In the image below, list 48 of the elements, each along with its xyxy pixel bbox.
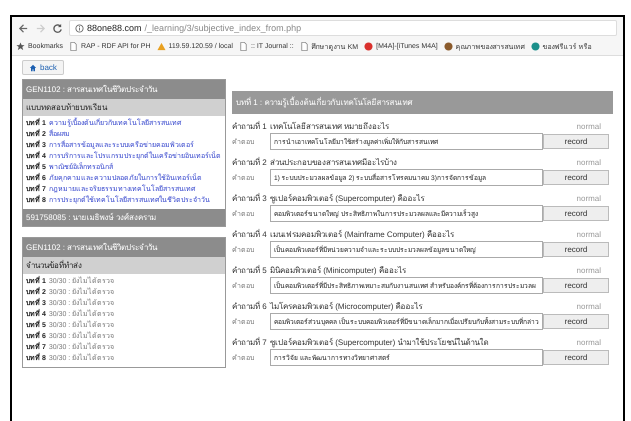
question-number: คำถามที่ 1 <box>232 120 268 133</box>
panel-subtitle: แบบทดสอบท้ายบทเรียน <box>23 99 225 116</box>
question-number: คำถามที่ 3 <box>232 192 268 205</box>
question-text: เมนเฟรมคอมพิวเตอร์ (Mainframe Computer) คืออะไร <box>270 228 455 241</box>
page-icon <box>69 42 78 51</box>
site-icon <box>530 42 540 51</box>
record-button[interactable]: record <box>543 242 609 257</box>
question-text: มินิคอมพิวเตอร์ (Minicomputer) คืออะไร <box>270 264 407 277</box>
question-number: คำถามที่ 2 <box>232 156 268 169</box>
home-icon <box>29 64 37 72</box>
record-button[interactable]: record <box>543 314 609 329</box>
question-status: normal <box>576 302 601 311</box>
question-number: คำถามที่ 5 <box>232 264 268 277</box>
question-status: normal <box>576 194 601 203</box>
info-icon <box>75 24 84 32</box>
question-text: ซูเปอร์คอมพิวเตอร์ (Supercomputer) คืออะไร <box>270 192 426 205</box>
question-number: คำถามที่ 7 <box>232 336 268 349</box>
site-icon <box>444 42 453 51</box>
page-icon <box>239 42 248 51</box>
question-status: normal <box>576 338 601 347</box>
question-text: ส่วนประกอบของสารสนเทศมีอะไรบ้าง <box>270 157 398 169</box>
panel-title: GEN1102 : สารสนเทศในชีวิตประจำวัน <box>23 238 225 257</box>
question-number: คำถามที่ 6 <box>232 300 268 313</box>
question-status: normal <box>576 266 601 275</box>
record-button[interactable]: record <box>543 350 609 365</box>
address-bar[interactable]: 88one88.com /_learning/3/subjective_index_from.php <box>69 20 617 36</box>
question-number: คำถามที่ 4 <box>232 228 268 241</box>
record-button[interactable]: record <box>543 134 609 149</box>
record-button[interactable]: record <box>543 170 609 185</box>
site-icon <box>364 42 374 51</box>
lesson-title: บทที่ 1 : ความรู้เบื้องต้นเกี่ยวกับเทคโนโลยีสารสนเทศ <box>232 91 613 114</box>
reload-icon[interactable] <box>52 22 63 34</box>
student-name: 591758085 : นายเมธิพงษ์ วงศ์สงคราม <box>23 209 225 226</box>
page-icon <box>300 42 309 51</box>
pyramid-icon <box>156 42 166 51</box>
record-button[interactable]: record <box>543 278 609 293</box>
question-status: normal <box>576 230 601 239</box>
record-button[interactable]: record <box>543 206 609 221</box>
question-status: normal <box>576 122 601 131</box>
panel-subtitle: จำนวนข้อที่ทำส่ง <box>23 257 225 274</box>
question-status: normal <box>576 158 601 167</box>
question-text: ซูเปอร์คอมพิวเตอร์ (Supercomputer) นำมาใช้ประโยชน์ในด้านใด <box>270 336 490 349</box>
back-arrow-icon[interactable] <box>18 22 29 34</box>
star-icon <box>16 42 25 51</box>
back-button[interactable]: back <box>22 60 64 75</box>
question-text: เทคโนโลยีสารสนเทศ หมายถึงอะไร <box>270 120 390 133</box>
panel-title: GEN1102 : สารสนเทศในชีวิตประจำวัน <box>23 80 225 99</box>
question-text: ไมโครคอมพิวเตอร์ (Microcomputer) คืออะไร <box>270 300 424 313</box>
